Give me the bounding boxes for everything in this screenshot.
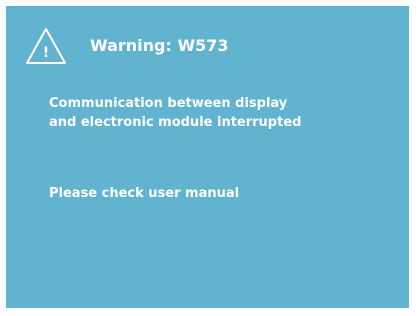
warning-message: Communication between display and electr… (49, 94, 301, 132)
warning-message-line-2: and electronic module interrupted (49, 115, 302, 130)
instruction-text: Please check user manual (49, 186, 240, 201)
warning-exclamation: ! (43, 45, 49, 61)
warning-title: Warning: W573 (90, 36, 229, 55)
warning-triangle-icon: ! (26, 28, 66, 64)
warning-dialog: ! Warning: W573 Communication between di… (6, 6, 409, 308)
warning-message-line-1: Communication between display (49, 96, 288, 111)
